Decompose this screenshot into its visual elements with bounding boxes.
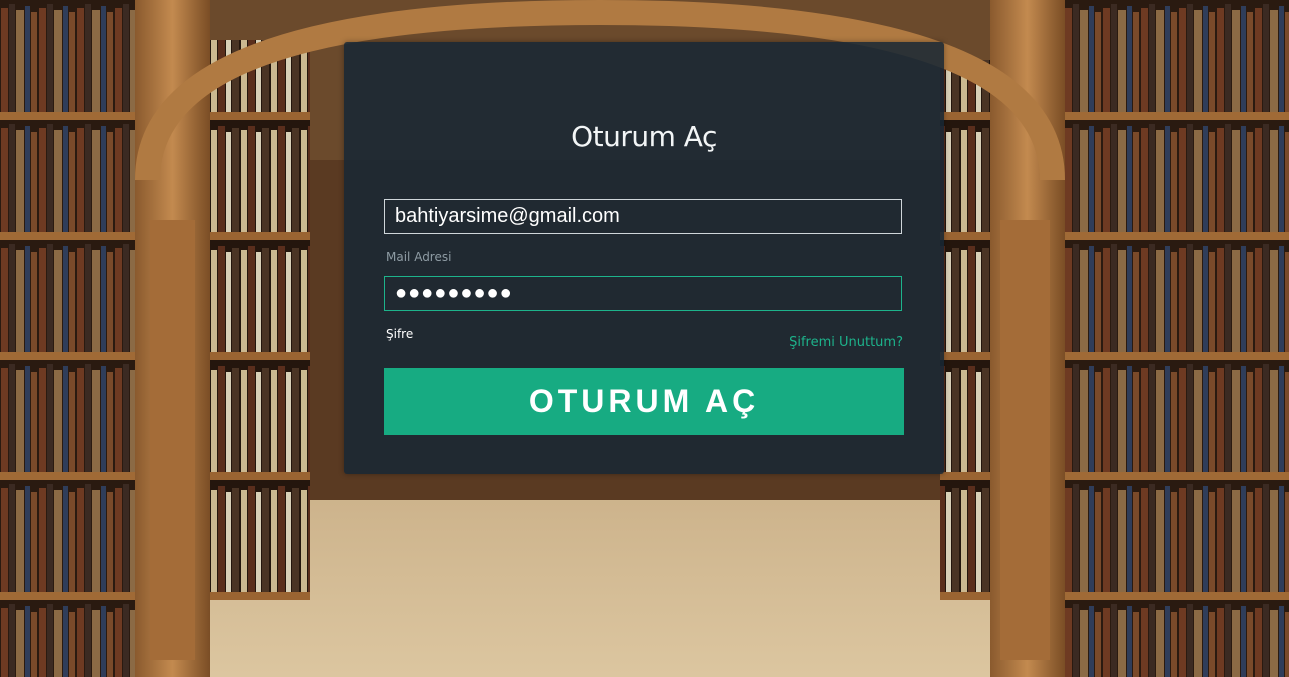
login-button[interactable]: OTURUM AÇ xyxy=(384,368,904,435)
login-title: Oturum Aç xyxy=(571,120,717,153)
password-field[interactable] xyxy=(384,276,902,311)
email-field[interactable] xyxy=(384,199,902,234)
forgot-password-link[interactable]: Şifremi Unuttum? xyxy=(789,335,903,350)
login-panel: Oturum Aç Mail Adresi Şifre Şifremi Unut… xyxy=(344,42,944,474)
password-label: Şifre xyxy=(386,327,414,341)
email-label: Mail Adresi xyxy=(386,250,452,264)
